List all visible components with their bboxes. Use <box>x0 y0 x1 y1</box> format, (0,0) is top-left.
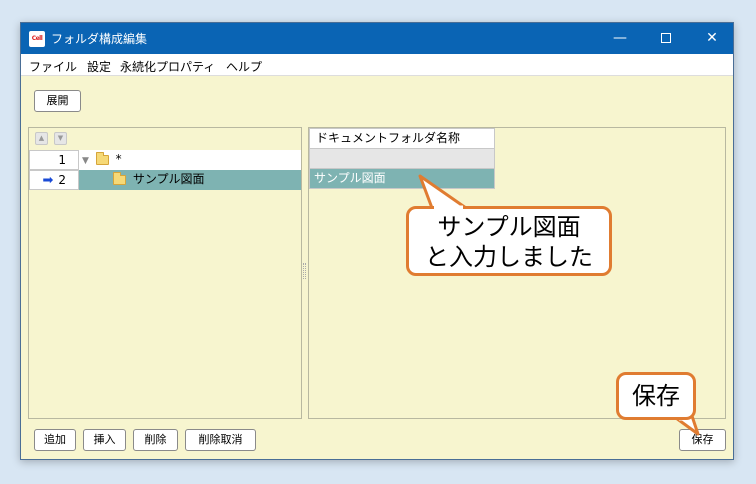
callout-save: 保存 <box>616 372 696 420</box>
